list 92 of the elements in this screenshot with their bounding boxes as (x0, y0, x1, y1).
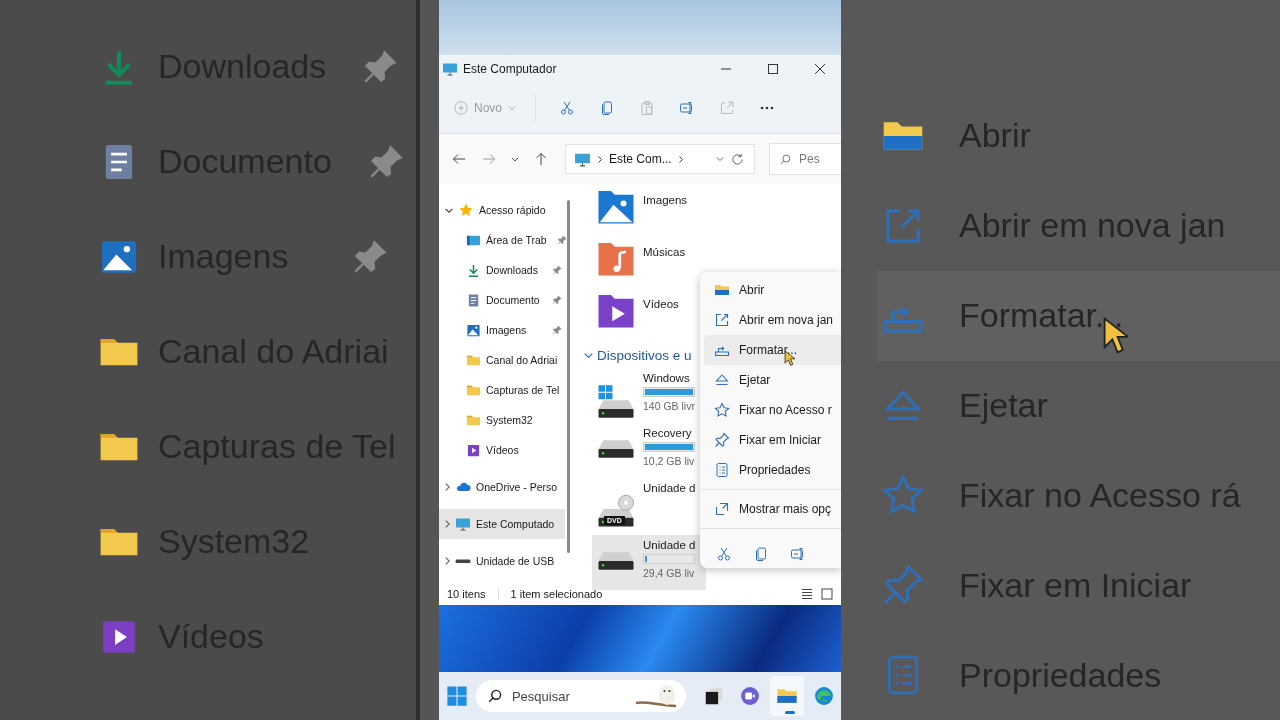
back-arrow-icon (452, 152, 466, 166)
drive-icon (596, 439, 636, 459)
drive-name: Recovery (643, 427, 693, 439)
menu-item[interactable]: Abrir em nova jan (704, 305, 841, 335)
video-icon (466, 442, 481, 458)
window-title: Este Computador (463, 62, 557, 76)
tiles-view-icon[interactable] (821, 588, 833, 600)
cut-icon (715, 545, 732, 562)
sidebar-item[interactable]: System32 (439, 405, 565, 435)
chevron-icon[interactable] (445, 483, 450, 491)
drive-icon (596, 551, 636, 571)
chevron-icon (678, 155, 683, 163)
star-icon (458, 202, 474, 218)
rename-icon (789, 545, 806, 562)
selection-count: 1 item selecionado (510, 588, 603, 600)
caret-icon (508, 104, 516, 112)
external-window-icon (714, 312, 730, 328)
folder-item[interactable]: Imagens (596, 186, 706, 238)
up-arrow-icon (534, 152, 548, 166)
free-space: 140 GB livr (643, 400, 695, 412)
sidebar-item[interactable]: Downloads (439, 255, 565, 285)
drive-name: Windows (643, 372, 691, 384)
share-icon (719, 100, 735, 116)
drive-name: Unidade d (643, 539, 696, 551)
plus-icon (454, 101, 468, 115)
search-field[interactable]: Pesquisar (475, 680, 687, 712)
sidebar-item[interactable]: Área de Trab (439, 225, 565, 255)
windows-logo-icon (446, 685, 469, 707)
search-field[interactable]: Pes (769, 143, 841, 175)
folder-item[interactable]: Músicas (596, 238, 706, 290)
menu-item[interactable]: Fixar em Iniciar (704, 425, 841, 455)
windows-drive-icon (596, 384, 636, 419)
cut-icon (559, 100, 575, 116)
document-icon (466, 292, 481, 308)
details-view-icon[interactable] (801, 589, 813, 599)
refresh-icon[interactable] (731, 152, 744, 166)
menu-item[interactable]: Fixar no Acesso r (704, 395, 841, 425)
search-icon (487, 689, 502, 703)
free-space: 10,2 GB liv (643, 455, 695, 467)
star-icon (714, 402, 730, 418)
more-icon (759, 106, 775, 110)
menu-item[interactable]: Propriedades (704, 455, 841, 485)
menu-item[interactable]: Formatar... (704, 335, 841, 365)
item-count: 10 itens (447, 588, 486, 600)
copy-icon (599, 100, 615, 116)
dropdown-icon[interactable] (716, 157, 724, 161)
address-bar[interactable]: Este Com... (565, 144, 755, 174)
chevron-icon[interactable] (445, 520, 450, 528)
drive-item[interactable]: Recovery 10,2 GB liv (592, 423, 706, 478)
maximize-icon (767, 63, 779, 75)
properties-icon (714, 462, 730, 478)
folder-icon (714, 282, 730, 298)
monitor-icon (455, 516, 471, 532)
caret-icon (511, 156, 519, 162)
breadcrumb[interactable]: Este Com... (609, 152, 672, 166)
menu-item[interactable]: Abrir (704, 275, 841, 305)
chevron-icon (584, 352, 593, 358)
sidebar-item[interactable]: OneDrive - Perso (439, 472, 565, 502)
search-icon (780, 153, 791, 165)
monitor-icon (442, 61, 458, 77)
sidebar-item[interactable]: Este Computado (439, 509, 565, 539)
menu-item[interactable]: Ejetar (704, 365, 841, 395)
forward-arrow-icon (482, 152, 496, 166)
picture-icon (466, 322, 481, 338)
sidebar-item[interactable]: Unidade de USB (439, 546, 565, 576)
sidebar-item[interactable]: Canal do Adriai (439, 345, 565, 375)
drive-icon (455, 558, 471, 564)
folder-item[interactable]: Vídeos (596, 290, 706, 342)
drive-item[interactable]: Unidade d 29,4 GB liv (592, 535, 706, 590)
free-space: 29,4 GB liv (643, 567, 696, 579)
close-icon (814, 63, 826, 75)
download-icon (466, 262, 481, 278)
drive-name: Unidade d (643, 482, 696, 494)
eject-icon (714, 372, 730, 388)
sidebar-item[interactable]: Acesso rápido (439, 195, 565, 225)
drive-item[interactable]: Windows 140 GB livr (592, 368, 706, 423)
scrollbar[interactable] (567, 200, 570, 553)
rename-icon (679, 100, 695, 116)
chevron-icon (598, 155, 602, 163)
sidebar-item[interactable]: Documento (439, 285, 565, 315)
menu-item[interactable]: Mostrar mais opç (704, 494, 841, 524)
sidebar-item[interactable]: Imagens (439, 315, 565, 345)
sidebar-item[interactable]: Vídeos (439, 435, 565, 465)
more-options-icon (714, 501, 730, 517)
paste-icon (639, 100, 655, 116)
sidebar-item[interactable]: Capturas de Tel (439, 375, 565, 405)
section-header[interactable]: Dispositivos e u (584, 342, 706, 368)
chevron-icon[interactable] (445, 207, 453, 213)
chat-icon (739, 685, 762, 707)
browser-icon (812, 685, 835, 707)
chevron-icon[interactable] (445, 557, 450, 565)
pin-icon (714, 432, 730, 448)
